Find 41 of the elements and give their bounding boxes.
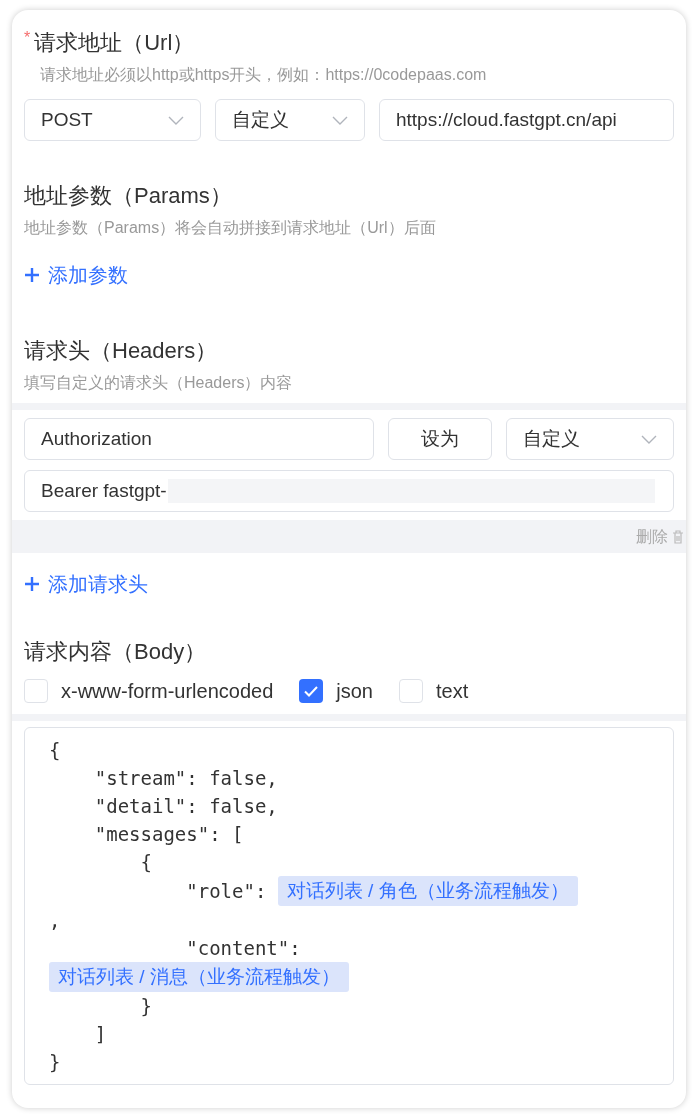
code-text: { (139, 850, 152, 875)
code-text: "role": (185, 879, 268, 904)
checkbox[interactable] (399, 679, 423, 703)
plus-icon (24, 576, 40, 592)
code-text: "stream": false, (93, 766, 278, 791)
plus-icon (24, 267, 40, 283)
code-text: , (49, 908, 61, 933)
check-icon (304, 685, 319, 697)
code-text: "content": (185, 936, 301, 961)
code-text: } (139, 994, 152, 1019)
source-select[interactable]: 自定义 (506, 418, 674, 460)
code-text: "detail": false, (93, 794, 278, 819)
add-param-button[interactable]: 添加参数 (24, 260, 128, 290)
body-type-label: json (336, 679, 373, 704)
url-field[interactable]: https://cloud.fastgpt.cn/api (379, 99, 674, 141)
section-title: 请求地址（Url） (34, 29, 195, 57)
trash-icon (672, 529, 684, 544)
body-type-label: text (436, 679, 469, 704)
hint-text: 填写自定义的请求头（Headers）内容 (24, 373, 294, 393)
section-title: 地址参数（Params） (24, 182, 232, 210)
chevron-down-icon (641, 434, 657, 444)
chevron-down-icon (168, 115, 184, 125)
checkbox[interactable] (299, 679, 324, 703)
section-title: 请求内容（Body） (24, 638, 207, 666)
header-key-field[interactable]: Authorization (24, 418, 374, 460)
code-text: ] (93, 1022, 107, 1047)
code-text: } (49, 1050, 61, 1075)
section-title: 请求头（Headers） (24, 337, 218, 365)
hint-text: 请求地址必须以http或https开头，例如：https://0codepaas.com (40, 65, 488, 85)
chevron-down-icon (332, 115, 348, 125)
hint-text: 地址参数（Params）将会自动拼接到请求地址（Url）后面 (24, 218, 437, 238)
code-text: "messages": [ (93, 822, 244, 847)
source-select[interactable]: 自定义 (215, 99, 365, 141)
code-text: { (49, 738, 61, 763)
header-value-field[interactable]: Bearer fastgpt- (24, 470, 674, 512)
required-asterisk: * (24, 30, 31, 46)
body-type-label: x-www-form-urlencoded (61, 679, 274, 704)
set-as-button[interactable]: 设为 (388, 418, 492, 460)
method-select[interactable]: POST (24, 99, 201, 141)
checkbox[interactable] (24, 679, 48, 703)
add-header-button[interactable]: 添加请求头 (24, 569, 148, 599)
